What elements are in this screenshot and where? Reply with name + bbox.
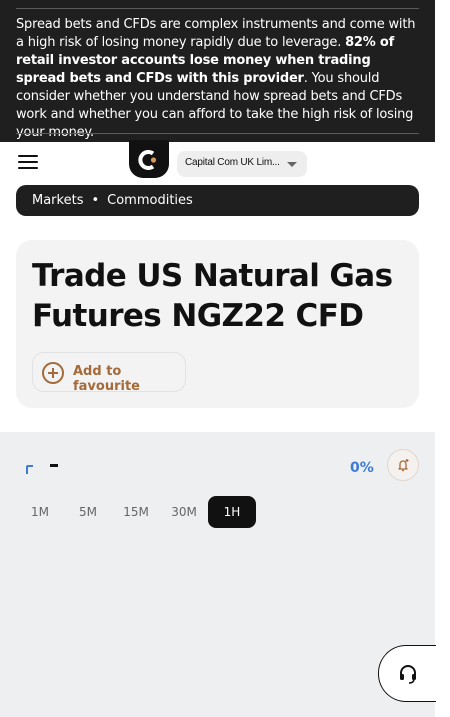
- add-to-favourite-button[interactable]: Add to favourite: [32, 352, 186, 394]
- support-chat-button[interactable]: [378, 645, 436, 702]
- price-value: -: [50, 464, 58, 467]
- entity-select-value: Capital Com UK Lim...: [185, 157, 280, 168]
- timeframe-1m[interactable]: 1M: [16, 496, 64, 528]
- instrument-card: Trade US Natural Gas Futures NGZ22 CFD A…: [16, 240, 419, 408]
- bell-plus-icon: [398, 459, 409, 472]
- timeframe-5m[interactable]: 5M: [64, 496, 112, 528]
- breadcrumb-separator: •: [91, 193, 100, 208]
- capital-com-logo-icon[interactable]: [129, 140, 169, 178]
- timeframe-15m[interactable]: 15M: [112, 496, 160, 528]
- plus-circle-icon: [42, 362, 64, 384]
- headset-icon: [400, 665, 416, 684]
- breadcrumb-markets[interactable]: Markets: [32, 193, 83, 208]
- page-title: Trade US Natural Gas Futures NGZ22 CFD: [32, 258, 393, 334]
- instrument-icon: [26, 465, 33, 474]
- chevron-down-icon: [287, 162, 297, 167]
- banner-divider-bottom: [16, 133, 419, 134]
- price-change: 0%: [350, 460, 374, 476]
- entity-select[interactable]: Capital Com UK Lim...: [177, 151, 307, 177]
- timeframe-1h[interactable]: 1H: [208, 496, 256, 528]
- add-to-favourite-label: Add to favourite: [73, 364, 140, 394]
- price-chart-panel: - 0% 1M 5M 15M 30M 1H: [0, 432, 435, 717]
- timeframe-30m[interactable]: 30M: [160, 496, 208, 528]
- top-navigation: Capital Com UK Lim...: [0, 140, 435, 186]
- breadcrumb-commodities[interactable]: Commodities: [107, 193, 193, 208]
- hamburger-menu-icon[interactable]: [18, 155, 38, 171]
- risk-warning-text: Spread bets and CFDs are complex instrum…: [16, 17, 416, 140]
- breadcrumb: Markets • Commodities: [16, 185, 419, 216]
- banner-divider-top: [16, 8, 419, 9]
- risk-warning-banner: Spread bets and CFDs are complex instrum…: [0, 0, 435, 142]
- price-alert-button[interactable]: [387, 449, 419, 481]
